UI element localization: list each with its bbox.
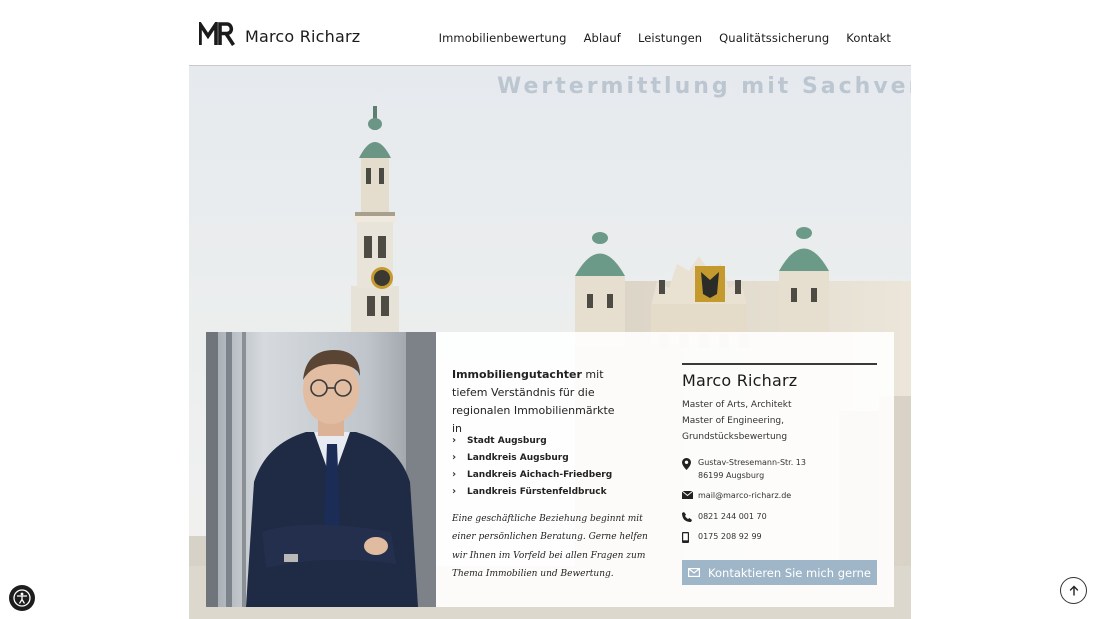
nav-item-immobilienbewertung[interactable]: Immobilienbewertung — [439, 31, 567, 45]
contact-name: Marco Richarz — [682, 371, 798, 390]
contact-mobile-row: 0175 208 92 99 — [682, 531, 877, 544]
accessibility-button[interactable] — [9, 585, 35, 611]
chevron-right-icon: › — [452, 452, 457, 463]
cta-label: Kontaktieren Sie mich gerne — [708, 565, 871, 580]
region-label: Landkreis Augsburg — [467, 452, 569, 463]
nav-item-kontakt[interactable]: Kontakt — [846, 31, 891, 45]
nav-item-qualitaetssicherung[interactable]: Qualitätssicherung — [719, 31, 829, 45]
intro-text: Immobiliengutachter mit tiefem Verständn… — [452, 366, 627, 438]
back-to-top-button[interactable] — [1060, 577, 1087, 604]
contact-title-line: Master of Arts, Architekt — [682, 400, 792, 410]
main-nav: Immobilienbewertung Ablauf Leistungen Qu… — [439, 31, 891, 45]
contact-title-line: Master of Engineering, — [682, 416, 784, 426]
intro-strong: Immobiliengutachter — [452, 368, 582, 381]
region-label: Stadt Augsburg — [467, 435, 547, 446]
address-city: 86199 Augsburg — [698, 470, 765, 480]
envelope-icon — [682, 490, 698, 499]
intro-card: Immobiliengutachter mit tiefem Verständn… — [436, 332, 894, 607]
nav-item-leistungen[interactable]: Leistungen — [638, 31, 702, 45]
region-list: › Stadt Augsburg › Landkreis Augsburg › Lan… — [452, 432, 612, 500]
region-item: › Landkreis Augsburg — [452, 449, 612, 466]
phone-icon — [682, 511, 698, 522]
site-header: Marco Richarz Immobilienbewertung Ablauf… — [189, 0, 911, 66]
contact-title-line: Grundstücksbewertung — [682, 432, 788, 442]
intro-quote: Eine geschäftliche Beziehung beginnt mit… — [452, 514, 648, 579]
region-item: › Landkreis Fürstenfeldbruck — [452, 483, 612, 500]
person-portrait-image — [206, 332, 436, 607]
portrait-photo — [206, 332, 436, 607]
contact-cta-button[interactable]: Kontaktieren Sie mich gerne — [682, 560, 877, 585]
contact-email-row: mail@marco-richarz.de — [682, 490, 877, 503]
mr-logo-icon — [199, 22, 235, 46]
contact-email-link[interactable]: mail@marco-richarz.de — [698, 490, 791, 503]
contact-phone-row: 0821 244 001 70 — [682, 511, 877, 524]
hero-title: Wertermittlung mit Sachverstand — [497, 74, 911, 99]
accessibility-icon — [13, 589, 31, 607]
region-item: › Landkreis Aichach-Friedberg — [452, 466, 612, 483]
nav-item-ablauf[interactable]: Ablauf — [584, 31, 621, 45]
contact-phone-link[interactable]: 0821 244 001 70 — [698, 511, 767, 524]
mobile-icon — [682, 531, 698, 543]
brand-logo[interactable]: Marco Richarz — [199, 22, 360, 46]
brand-name: Marco Richarz — [245, 27, 361, 46]
region-item: › Stadt Augsburg — [452, 432, 612, 449]
contact-mobile-link[interactable]: 0175 208 92 99 — [698, 531, 762, 544]
contact-titles: Master of Arts, Architekt Master of Engi… — [682, 397, 877, 445]
arrow-up-icon — [1069, 585, 1078, 596]
envelope-icon — [688, 568, 701, 577]
region-label: Landkreis Aichach-Friedberg — [467, 469, 613, 480]
chevron-right-icon: › — [452, 486, 457, 497]
contact-block: Marco Richarz Master of Arts, Architekt … — [682, 363, 877, 544]
chevron-right-icon: › — [452, 469, 457, 480]
contact-address: Gustav-Stresemann-Str. 13 86199 Augsburg — [682, 457, 877, 482]
map-pin-icon — [682, 457, 698, 470]
region-label: Landkreis Fürstenfeldbruck — [467, 486, 607, 497]
chevron-right-icon: › — [452, 435, 457, 446]
address-street: Gustav-Stresemann-Str. 13 — [698, 458, 806, 467]
